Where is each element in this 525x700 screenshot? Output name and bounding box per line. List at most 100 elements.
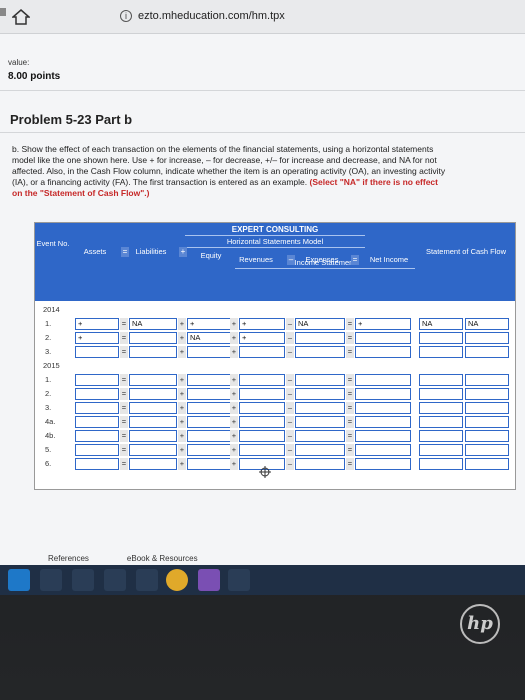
problem-instructions: b. Show the effect of each transaction o… [12,144,448,199]
answer-cell-cf2[interactable] [465,388,509,400]
answer-cell-equity[interactable] [187,444,231,456]
answer-cell-revenues[interactable] [239,346,285,358]
answer-cell-equity[interactable] [187,402,231,414]
answer-cell-liab[interactable] [129,430,177,442]
answer-cell-cf2[interactable] [465,402,509,414]
answer-cell-equity[interactable] [187,458,231,470]
answer-cell-net-income[interactable] [355,458,411,470]
answer-cell-liab[interactable] [129,458,177,470]
answer-cell-net-income[interactable] [355,416,411,428]
answer-cell-cf2[interactable] [465,444,509,456]
answer-cell-expenses[interactable] [295,346,345,358]
answer-cell-cf1[interactable] [419,374,463,386]
answer-cell-revenues[interactable] [239,402,285,414]
answer-cell-cf2[interactable] [465,458,509,470]
answer-cell-liab[interactable] [129,388,177,400]
answer-cell-cf1[interactable] [419,430,463,442]
answer-cell-expenses[interactable] [295,430,345,442]
answer-cell-cf1[interactable] [419,458,463,470]
answer-cell-liab[interactable] [129,374,177,386]
answer-cell-assets[interactable] [75,346,119,358]
operator-sign: = [120,416,128,428]
answer-cell-assets[interactable] [75,402,119,414]
chrome-icon[interactable] [166,569,188,591]
answer-cell-liab[interactable] [129,402,177,414]
answer-cell-cf2[interactable] [465,332,509,344]
answer-cell-net-income[interactable] [355,444,411,456]
answer-cell-revenues[interactable] [239,444,285,456]
answer-cell-cf1[interactable]: NA [419,318,463,330]
operator-sign: – [286,332,294,344]
answer-cell-net-income[interactable] [355,346,411,358]
answer-cell-revenues[interactable] [239,388,285,400]
answer-cell-equity[interactable] [187,416,231,428]
app-icon[interactable] [228,569,250,591]
answer-cell-revenues[interactable]: + [239,318,285,330]
answer-cell-expenses[interactable] [295,458,345,470]
folder-icon[interactable] [40,569,62,591]
references-link[interactable]: References [48,554,89,563]
answer-cell-revenues[interactable]: + [239,332,285,344]
answer-cell-expenses[interactable] [295,416,345,428]
home-icon[interactable] [12,9,30,25]
minus-operator: – [287,255,295,265]
operator-sign: = [346,374,354,386]
answer-cell-liab[interactable] [129,444,177,456]
answer-cell-liab[interactable] [129,416,177,428]
ie-icon[interactable] [8,569,30,591]
answer-cell-equity[interactable] [187,346,231,358]
answer-cell-expenses[interactable]: NA [295,318,345,330]
answer-cell-revenues[interactable] [239,416,285,428]
answer-cell-expenses[interactable] [295,388,345,400]
answer-cell-cf1[interactable] [419,388,463,400]
answer-cell-cf2[interactable]: NA [465,318,509,330]
answer-cell-cf2[interactable] [465,374,509,386]
answer-cell-revenues[interactable] [239,430,285,442]
answer-cell-equity[interactable]: + [187,318,231,330]
answer-cell-cf2[interactable] [465,416,509,428]
answer-cell-cf1[interactable] [419,332,463,344]
answer-cell-revenues[interactable] [239,374,285,386]
answer-cell-assets[interactable]: + [75,332,119,344]
answer-cell-cf1[interactable] [419,402,463,414]
answer-cell-net-income[interactable] [355,388,411,400]
operator-sign: – [286,318,294,330]
answer-cell-assets[interactable] [75,430,119,442]
answer-cell-cf1[interactable] [419,346,463,358]
answer-cell-liab[interactable] [129,332,177,344]
answer-cell-cf1[interactable] [419,416,463,428]
address-bar[interactable]: i ezto.mheducation.com/hm.tpx [120,6,400,26]
answer-cell-expenses[interactable] [295,332,345,344]
answer-cell-equity[interactable]: NA [187,332,231,344]
answer-cell-cf2[interactable] [465,430,509,442]
answer-cell-net-income[interactable] [355,332,411,344]
answer-cell-equity[interactable] [187,430,231,442]
answer-cell-expenses[interactable] [295,374,345,386]
answer-cell-equity[interactable] [187,374,231,386]
answer-cell-expenses[interactable] [295,402,345,414]
answer-cell-net-income[interactable]: + [355,318,411,330]
answer-cell-liab[interactable]: NA [129,318,177,330]
operator-sign: + [230,388,238,400]
answer-cell-assets[interactable] [75,458,119,470]
answer-cell-equity[interactable] [187,388,231,400]
answer-cell-cf1[interactable] [419,444,463,456]
operator-sign: = [346,430,354,442]
answer-cell-cf2[interactable] [465,346,509,358]
app-icon[interactable] [104,569,126,591]
answer-cell-assets[interactable] [75,374,119,386]
answer-cell-net-income[interactable] [355,402,411,414]
answer-cell-assets[interactable] [75,444,119,456]
answer-cell-liab[interactable] [129,346,177,358]
answer-cell-assets[interactable]: + [75,318,119,330]
answer-cell-net-income[interactable] [355,430,411,442]
answer-cell-expenses[interactable] [295,444,345,456]
app-icon[interactable] [72,569,94,591]
operator-sign: + [230,458,238,470]
app-icon[interactable] [136,569,158,591]
firefox-icon[interactable] [198,569,220,591]
answer-cell-assets[interactable] [75,416,119,428]
ebook-link[interactable]: eBook & Resources [127,554,198,563]
answer-cell-assets[interactable] [75,388,119,400]
answer-cell-net-income[interactable] [355,374,411,386]
